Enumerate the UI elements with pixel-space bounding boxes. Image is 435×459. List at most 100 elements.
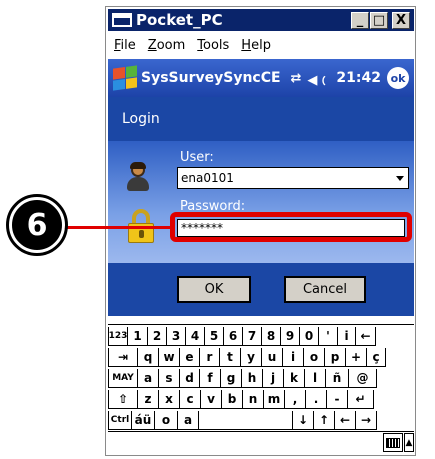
user-dropdown[interactable]: ena0101 [177, 167, 409, 189]
window-titlebar: Pocket_PC _ □ X [108, 9, 414, 31]
restore-button[interactable]: □ [370, 11, 388, 29]
keyboard-key[interactable]: g [221, 369, 242, 388]
windows-start-icon[interactable] [113, 65, 137, 91]
callout-connector-line [63, 226, 173, 229]
navbar-app-title: SysSurveySyncCE [141, 70, 281, 86]
keyboard-key[interactable]: o [304, 348, 325, 367]
menu-help[interactable]: Help [241, 38, 271, 53]
keyboard-key[interactable]: . [306, 390, 327, 409]
keyboard-key[interactable]: 123 [108, 327, 128, 346]
keyboard-key[interactable]: , [285, 390, 306, 409]
keyboard-key[interactable]: 9 [281, 327, 300, 346]
keyboard-key[interactable]: j [263, 369, 284, 388]
keyboard-key[interactable]: ⇧ [108, 390, 138, 409]
keyboard-key[interactable]: ' [319, 327, 338, 346]
keyboard-bottom-bar [108, 431, 414, 454]
keyboard-key[interactable]: c [180, 390, 201, 409]
keyboard-key[interactable]: k [284, 369, 305, 388]
keyboard-key[interactable]: Ctrl [108, 411, 132, 430]
keyboard-key[interactable]: z [138, 390, 159, 409]
user-label: User: [180, 150, 214, 165]
keyboard-key[interactable]: ↓ [293, 411, 314, 430]
menu-bar: File Zoom Tools Help [108, 33, 414, 57]
cancel-button[interactable]: Cancel [284, 276, 366, 303]
sync-arrows-icon[interactable]: ⇄ [291, 71, 302, 86]
keyboard-key[interactable]: ç [367, 348, 386, 367]
keyboard-key[interactable]: i [338, 327, 356, 346]
keyboard-key[interactable]: e [180, 348, 200, 367]
keyboard-key[interactable]: n [243, 390, 264, 409]
keyboard-key[interactable]: x [159, 390, 180, 409]
close-button[interactable]: X [392, 11, 410, 29]
user-icon [126, 162, 150, 193]
keyboard-row: ⇧ z x c v b n m,. - ↵ [108, 390, 374, 409]
keyboard-key[interactable]: + [346, 348, 367, 367]
keyboard-key[interactable]: a [178, 411, 199, 430]
chevron-down-icon[interactable] [392, 168, 408, 188]
keyboard-row: ⇥ q w e r t y u i o p + ç [108, 348, 386, 367]
keyboard-key[interactable]: b [222, 390, 243, 409]
ok-icon[interactable]: ok [387, 67, 409, 89]
minimize-button[interactable]: _ [351, 11, 369, 29]
keyboard-key[interactable]: s [159, 369, 180, 388]
keyboard-key[interactable]: 2 [148, 327, 167, 346]
keyboard-spacebar[interactable] [199, 411, 293, 430]
step-number-badge: 6 [6, 194, 68, 256]
password-highlight-box [170, 212, 412, 242]
menu-tools[interactable]: Tools [197, 38, 229, 53]
keyboard-key[interactable]: ⇥ [108, 348, 138, 367]
keyboard-key[interactable]: MAY [108, 369, 138, 388]
keyboard-key[interactable]: 0 [300, 327, 319, 346]
keyboard-key[interactable]: ñ [326, 369, 349, 388]
screenshot-stage: Pocket_PC _ □ X File Zoom Tools Help Sys… [0, 0, 435, 459]
keyboard-key[interactable]: w [159, 348, 180, 367]
window-app-icon [112, 13, 132, 27]
speaker-icon[interactable]: ◀﹙ [307, 69, 330, 88]
keyboard-key[interactable]: 8 [262, 327, 281, 346]
keyboard-key[interactable]: d [180, 369, 200, 388]
clock-time[interactable]: 21:42 [336, 70, 381, 86]
keyboard-key[interactable]: a [138, 369, 159, 388]
keyboard-key[interactable]: t [220, 348, 241, 367]
keyboard-key[interactable]: m [264, 390, 285, 409]
keyboard-key[interactable]: i [283, 348, 304, 367]
window-title: Pocket_PC [136, 11, 223, 29]
login-header: Login [108, 97, 414, 141]
menu-zoom[interactable]: Zoom [148, 38, 185, 53]
keyboard-key[interactable]: q [138, 348, 159, 367]
keyboard-row: 123 1 2 3 4 5 6 7 8 9 0 ' i ← [108, 327, 376, 346]
login-button-band [108, 263, 414, 316]
keyboard-key[interactable]: l [305, 369, 326, 388]
input-arrow-icon[interactable]: ▲ [404, 433, 414, 452]
keyboard-key[interactable]: - [327, 390, 348, 409]
keyboard-key[interactable]: ↑ [314, 411, 335, 430]
keyboard-key[interactable]: u [262, 348, 283, 367]
keyboard-key[interactable]: ↵ [348, 390, 374, 409]
keyboard-key[interactable]: 3 [167, 327, 186, 346]
pocketpc-navbar: SysSurveySyncCE ⇄ ◀﹙ 21:42 ok [108, 59, 414, 97]
keyboard-icon[interactable] [383, 433, 403, 452]
keyboard-key[interactable]: 5 [205, 327, 224, 346]
keyboard-key[interactable]: r [200, 348, 220, 367]
keyboard-key[interactable]: y [241, 348, 262, 367]
keyboard-key[interactable]: 7 [243, 327, 262, 346]
soft-keyboard: 123 1 2 3 4 5 6 7 8 9 0 ' i ← ⇥ q w e r t y u i o p + ç MAY a s d f g h j k… [108, 324, 414, 431]
keyboard-row: MAY a s d f g h j k l ñ @ [108, 369, 377, 388]
keyboard-key[interactable]: f [200, 369, 221, 388]
keyboard-key[interactable]: o [155, 411, 178, 430]
keyboard-key[interactable]: v [201, 390, 222, 409]
keyboard-key[interactable]: 6 [224, 327, 243, 346]
keyboard-key[interactable]: 1 [128, 327, 148, 346]
keyboard-key[interactable]: áü [132, 411, 155, 430]
keyboard-key[interactable]: @ [349, 369, 377, 388]
keyboard-key[interactable]: ← [335, 411, 356, 430]
keyboard-row: Ctrl áü o a ↓ ↑ ← → [108, 411, 377, 430]
keyboard-key[interactable]: p [325, 348, 346, 367]
keyboard-key[interactable]: h [242, 369, 263, 388]
user-value: ena0101 [181, 171, 234, 185]
keyboard-key[interactable]: 4 [186, 327, 205, 346]
keyboard-key[interactable]: → [356, 411, 377, 430]
menu-file[interactable]: File [114, 38, 136, 53]
ok-button[interactable]: OK [177, 276, 251, 303]
keyboard-key[interactable]: ← [356, 327, 376, 346]
